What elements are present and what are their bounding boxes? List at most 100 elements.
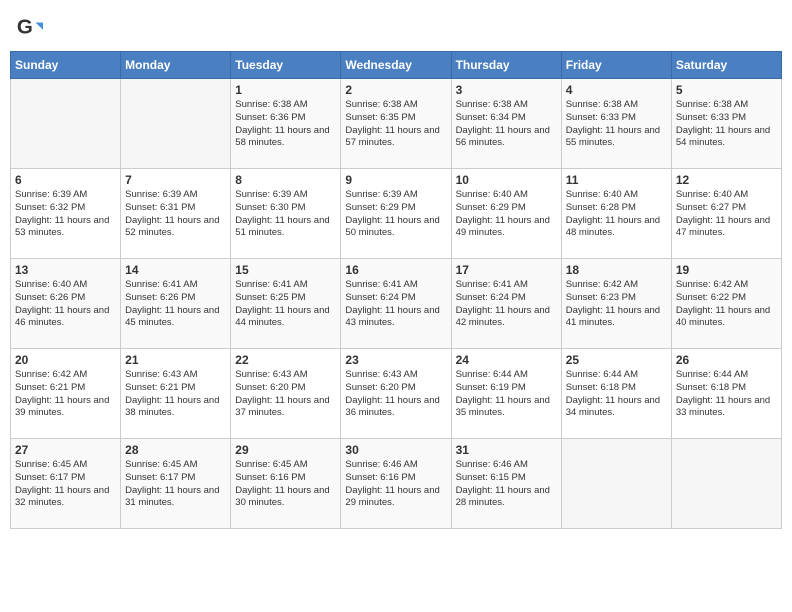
day-info: Sunrise: 6:40 AMSunset: 6:27 PMDaylight:… bbox=[676, 189, 777, 240]
weekday-header-tuesday: Tuesday bbox=[231, 52, 341, 79]
day-number: 3 bbox=[456, 83, 557, 97]
day-info: Sunrise: 6:41 AMSunset: 6:24 PMDaylight:… bbox=[345, 279, 446, 330]
day-info: Sunrise: 6:38 AMSunset: 6:33 PMDaylight:… bbox=[676, 99, 777, 150]
calendar-cell: 28 Sunrise: 6:45 AMSunset: 6:17 PMDayligh… bbox=[121, 439, 231, 529]
day-number: 12 bbox=[676, 173, 777, 187]
day-number: 4 bbox=[566, 83, 667, 97]
day-number: 16 bbox=[345, 263, 446, 277]
calendar-cell: 10Sunrise: 6:40 AMSunset: 6:29 PMDayligh… bbox=[451, 169, 561, 259]
day-info: Sunrise: 6:44 AMSunset: 6:19 PMDaylight:… bbox=[456, 369, 557, 420]
calendar-cell: 26 Sunrise: 6:44 AMSunset: 6:18 PMDayligh… bbox=[671, 349, 781, 439]
day-number: 28 bbox=[125, 443, 226, 457]
day-number: 26 bbox=[676, 353, 777, 367]
calendar-cell: 3 Sunrise: 6:38 AMSunset: 6:34 PMDaylight… bbox=[451, 79, 561, 169]
day-info: Sunrise: 6:42 AMSunset: 6:23 PMDaylight:… bbox=[566, 279, 667, 330]
weekday-header-thursday: Thursday bbox=[451, 52, 561, 79]
day-info: Sunrise: 6:38 AMSunset: 6:34 PMDaylight:… bbox=[456, 99, 557, 150]
day-number: 5 bbox=[676, 83, 777, 97]
weekday-header-friday: Friday bbox=[561, 52, 671, 79]
calendar-cell: 23 Sunrise: 6:43 AMSunset: 6:20 PMDayligh… bbox=[341, 349, 451, 439]
day-info: Sunrise: 6:45 AMSunset: 6:16 PMDaylight:… bbox=[235, 459, 336, 510]
logo: G bbox=[15, 15, 45, 43]
day-number: 23 bbox=[345, 353, 446, 367]
day-number: 7 bbox=[125, 173, 226, 187]
day-info: Sunrise: 6:43 AMSunset: 6:20 PMDaylight:… bbox=[345, 369, 446, 420]
day-number: 1 bbox=[235, 83, 336, 97]
day-number: 14 bbox=[125, 263, 226, 277]
calendar-cell: 5 Sunrise: 6:38 AMSunset: 6:33 PMDaylight… bbox=[671, 79, 781, 169]
weekday-header-sunday: Sunday bbox=[11, 52, 121, 79]
calendar-cell bbox=[121, 79, 231, 169]
day-info: Sunrise: 6:41 AMSunset: 6:25 PMDaylight:… bbox=[235, 279, 336, 330]
calendar-cell: 22 Sunrise: 6:43 AMSunset: 6:20 PMDayligh… bbox=[231, 349, 341, 439]
day-info: Sunrise: 6:38 AMSunset: 6:35 PMDaylight:… bbox=[345, 99, 446, 150]
day-info: Sunrise: 6:40 AMSunset: 6:26 PMDaylight:… bbox=[15, 279, 116, 330]
calendar-cell: 12 Sunrise: 6:40 AMSunset: 6:27 PMDayligh… bbox=[671, 169, 781, 259]
day-number: 19 bbox=[676, 263, 777, 277]
calendar-cell: 6 Sunrise: 6:39 AMSunset: 6:32 PMDaylight… bbox=[11, 169, 121, 259]
calendar-cell: 9Sunrise: 6:39 AMSunset: 6:29 PMDaylight… bbox=[341, 169, 451, 259]
day-info: Sunrise: 6:41 AMSunset: 6:24 PMDaylight:… bbox=[456, 279, 557, 330]
calendar-cell: 8 Sunrise: 6:39 AMSunset: 6:30 PMDaylight… bbox=[231, 169, 341, 259]
day-number: 11 bbox=[566, 173, 667, 187]
day-number: 24 bbox=[456, 353, 557, 367]
day-number: 2 bbox=[345, 83, 446, 97]
day-number: 17 bbox=[456, 263, 557, 277]
calendar-cell: 21Sunrise: 6:43 AMSunset: 6:21 PMDayligh… bbox=[121, 349, 231, 439]
calendar-table: SundayMondayTuesdayWednesdayThursdayFrid… bbox=[10, 51, 782, 529]
calendar-cell: 14 Sunrise: 6:41 AMSunset: 6:26 PMDayligh… bbox=[121, 259, 231, 349]
calendar-cell: 29 Sunrise: 6:45 AMSunset: 6:16 PMDayligh… bbox=[231, 439, 341, 529]
day-number: 6 bbox=[15, 173, 116, 187]
day-number: 9 bbox=[345, 173, 446, 187]
calendar-cell: 24 Sunrise: 6:44 AMSunset: 6:19 PMDayligh… bbox=[451, 349, 561, 439]
day-number: 8 bbox=[235, 173, 336, 187]
day-number: 31 bbox=[456, 443, 557, 457]
day-number: 15 bbox=[235, 263, 336, 277]
day-number: 27 bbox=[15, 443, 116, 457]
day-info: Sunrise: 6:42 AMSunset: 6:21 PMDaylight:… bbox=[15, 369, 116, 420]
day-number: 30 bbox=[345, 443, 446, 457]
day-info: Sunrise: 6:46 AMSunset: 6:15 PMDaylight:… bbox=[456, 459, 557, 510]
weekday-header-wednesday: Wednesday bbox=[341, 52, 451, 79]
calendar-cell: 18 Sunrise: 6:42 AMSunset: 6:23 PMDayligh… bbox=[561, 259, 671, 349]
day-info: Sunrise: 6:42 AMSunset: 6:22 PMDaylight:… bbox=[676, 279, 777, 330]
day-number: 13 bbox=[15, 263, 116, 277]
calendar-cell: 27 Sunrise: 6:45 AMSunset: 6:17 PMDayligh… bbox=[11, 439, 121, 529]
day-info: Sunrise: 6:44 AMSunset: 6:18 PMDaylight:… bbox=[676, 369, 777, 420]
calendar-cell: 15 Sunrise: 6:41 AMSunset: 6:25 PMDayligh… bbox=[231, 259, 341, 349]
calendar-cell: 13 Sunrise: 6:40 AMSunset: 6:26 PMDayligh… bbox=[11, 259, 121, 349]
weekday-header-monday: Monday bbox=[121, 52, 231, 79]
calendar-cell: 7 Sunrise: 6:39 AMSunset: 6:31 PMDaylight… bbox=[121, 169, 231, 259]
day-info: Sunrise: 6:41 AMSunset: 6:26 PMDaylight:… bbox=[125, 279, 226, 330]
day-info: Sunrise: 6:45 AMSunset: 6:17 PMDaylight:… bbox=[15, 459, 116, 510]
day-info: Sunrise: 6:38 AMSunset: 6:33 PMDaylight:… bbox=[566, 99, 667, 150]
day-info: Sunrise: 6:39 AMSunset: 6:31 PMDaylight:… bbox=[125, 189, 226, 240]
calendar-cell: 2 Sunrise: 6:38 AMSunset: 6:35 PMDaylight… bbox=[341, 79, 451, 169]
calendar-cell: 30Sunrise: 6:46 AMSunset: 6:16 PMDayligh… bbox=[341, 439, 451, 529]
calendar-cell: 1 Sunrise: 6:38 AMSunset: 6:36 PMDaylight… bbox=[231, 79, 341, 169]
day-info: Sunrise: 6:40 AMSunset: 6:28 PMDaylight:… bbox=[566, 189, 667, 240]
calendar-cell: 4 Sunrise: 6:38 AMSunset: 6:33 PMDaylight… bbox=[561, 79, 671, 169]
calendar-cell: 11 Sunrise: 6:40 AMSunset: 6:28 PMDayligh… bbox=[561, 169, 671, 259]
day-number: 21 bbox=[125, 353, 226, 367]
day-number: 29 bbox=[235, 443, 336, 457]
calendar-cell bbox=[561, 439, 671, 529]
calendar-cell bbox=[11, 79, 121, 169]
logo-icon: G bbox=[15, 15, 43, 43]
weekday-header-saturday: Saturday bbox=[671, 52, 781, 79]
calendar-cell: 17 Sunrise: 6:41 AMSunset: 6:24 PMDayligh… bbox=[451, 259, 561, 349]
day-number: 10 bbox=[456, 173, 557, 187]
svg-text:G: G bbox=[17, 16, 33, 39]
page-header: G bbox=[10, 10, 782, 43]
day-info: Sunrise: 6:45 AMSunset: 6:17 PMDaylight:… bbox=[125, 459, 226, 510]
day-number: 22 bbox=[235, 353, 336, 367]
calendar-cell: 16 Sunrise: 6:41 AMSunset: 6:24 PMDayligh… bbox=[341, 259, 451, 349]
day-info: Sunrise: 6:43 AMSunset: 6:20 PMDaylight:… bbox=[235, 369, 336, 420]
day-info: Sunrise: 6:39 AMSunset: 6:30 PMDaylight:… bbox=[235, 189, 336, 240]
day-info: Sunrise: 6:38 AMSunset: 6:36 PMDaylight:… bbox=[235, 99, 336, 150]
day-number: 20 bbox=[15, 353, 116, 367]
day-number: 25 bbox=[566, 353, 667, 367]
calendar-cell: 25Sunrise: 6:44 AMSunset: 6:18 PMDayligh… bbox=[561, 349, 671, 439]
day-number: 18 bbox=[566, 263, 667, 277]
day-info: Sunrise: 6:39 AMSunset: 6:32 PMDaylight:… bbox=[15, 189, 116, 240]
